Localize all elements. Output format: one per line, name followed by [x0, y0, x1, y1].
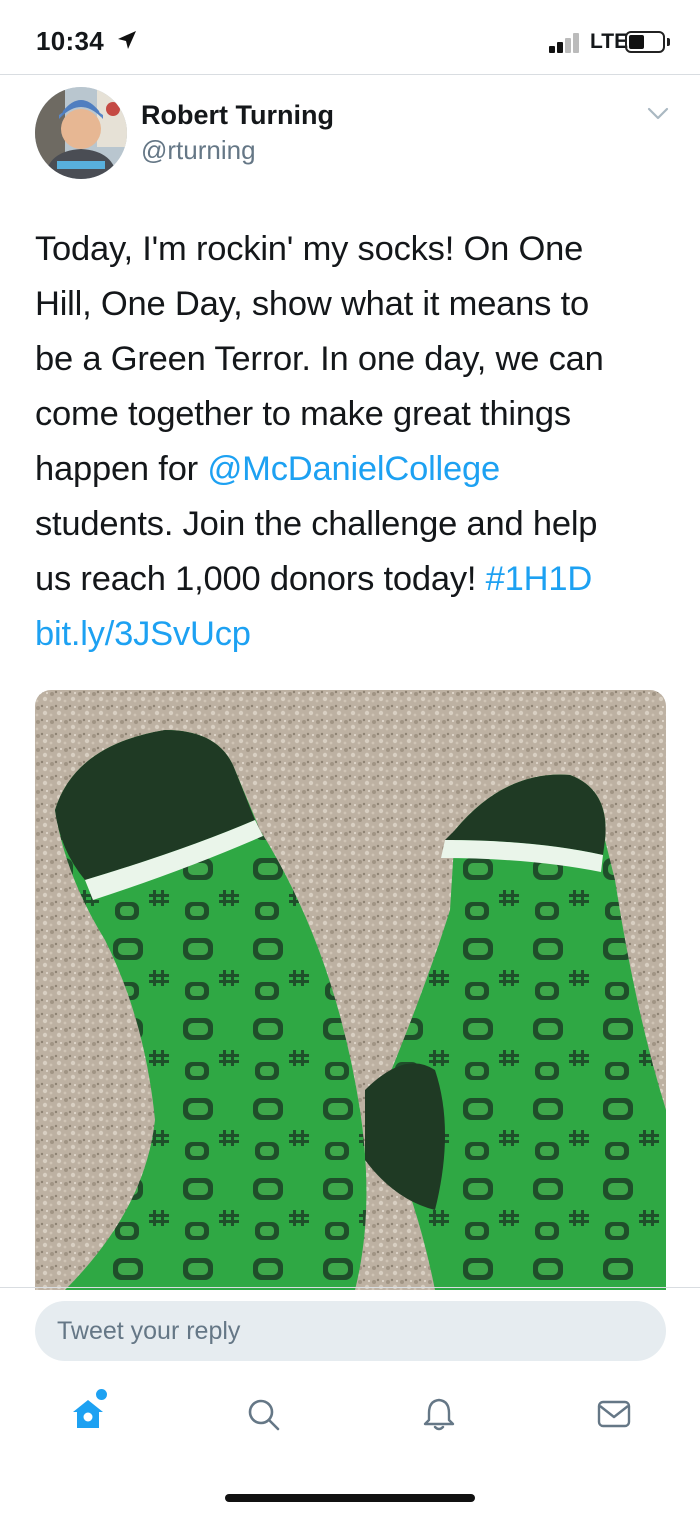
- home-icon[interactable]: [70, 1396, 106, 1432]
- tweet-line: Hill, One Day, show what it means to: [35, 285, 589, 323]
- tweet-line: Today, I'm rockin' my socks! On One: [35, 230, 584, 268]
- reply-placeholder: Tweet your reply: [57, 1317, 241, 1345]
- author-name[interactable]: Robert Turning: [141, 100, 334, 131]
- mention-link[interactable]: @McDanielCollege: [207, 450, 500, 488]
- status-bar: 10:34 LTE: [0, 0, 700, 75]
- tweet-photo[interactable]: [35, 690, 666, 1290]
- tweet-line: us reach 1,000 donors today! #1H1D: [35, 552, 675, 607]
- chevron-down-icon[interactable]: [646, 106, 670, 122]
- tweet-text-fragment: us reach 1,000 donors today!: [35, 560, 486, 598]
- tweet-line: students. Join the challenge and help: [35, 505, 598, 543]
- tweet-line: be a Green Terror. In one day, we can: [35, 340, 604, 378]
- mail-icon[interactable]: [596, 1398, 632, 1430]
- cellular-signal-icon: [549, 33, 583, 53]
- tweet-line: happen for @McDanielCollege: [35, 442, 675, 497]
- divider: [0, 1287, 700, 1288]
- url-link[interactable]: bit.ly/3JSvUcp: [35, 615, 251, 653]
- battery-icon: [625, 31, 665, 53]
- tweet-text: Today, I'm rockin' my socks! On One Hill…: [35, 222, 675, 662]
- tweet-text-fragment: happen for: [35, 450, 208, 488]
- bell-icon[interactable]: [421, 1396, 457, 1432]
- notification-dot: [96, 1389, 107, 1400]
- location-arrow-icon: [118, 31, 136, 49]
- tweet-line: come together to make great things: [35, 395, 571, 433]
- home-indicator[interactable]: [225, 1494, 475, 1502]
- author-handle[interactable]: @rturning: [141, 135, 256, 166]
- status-time: 10:34: [36, 26, 104, 56]
- hashtag-link[interactable]: #1H1D: [486, 560, 593, 598]
- search-icon[interactable]: [245, 1396, 281, 1432]
- user-avatar[interactable]: [35, 87, 127, 179]
- network-label: LTE: [590, 30, 629, 53]
- reply-input[interactable]: Tweet your reply: [35, 1301, 666, 1361]
- tweet-line: bit.ly/3JSvUcp: [35, 607, 675, 662]
- battery-tip: [667, 38, 670, 46]
